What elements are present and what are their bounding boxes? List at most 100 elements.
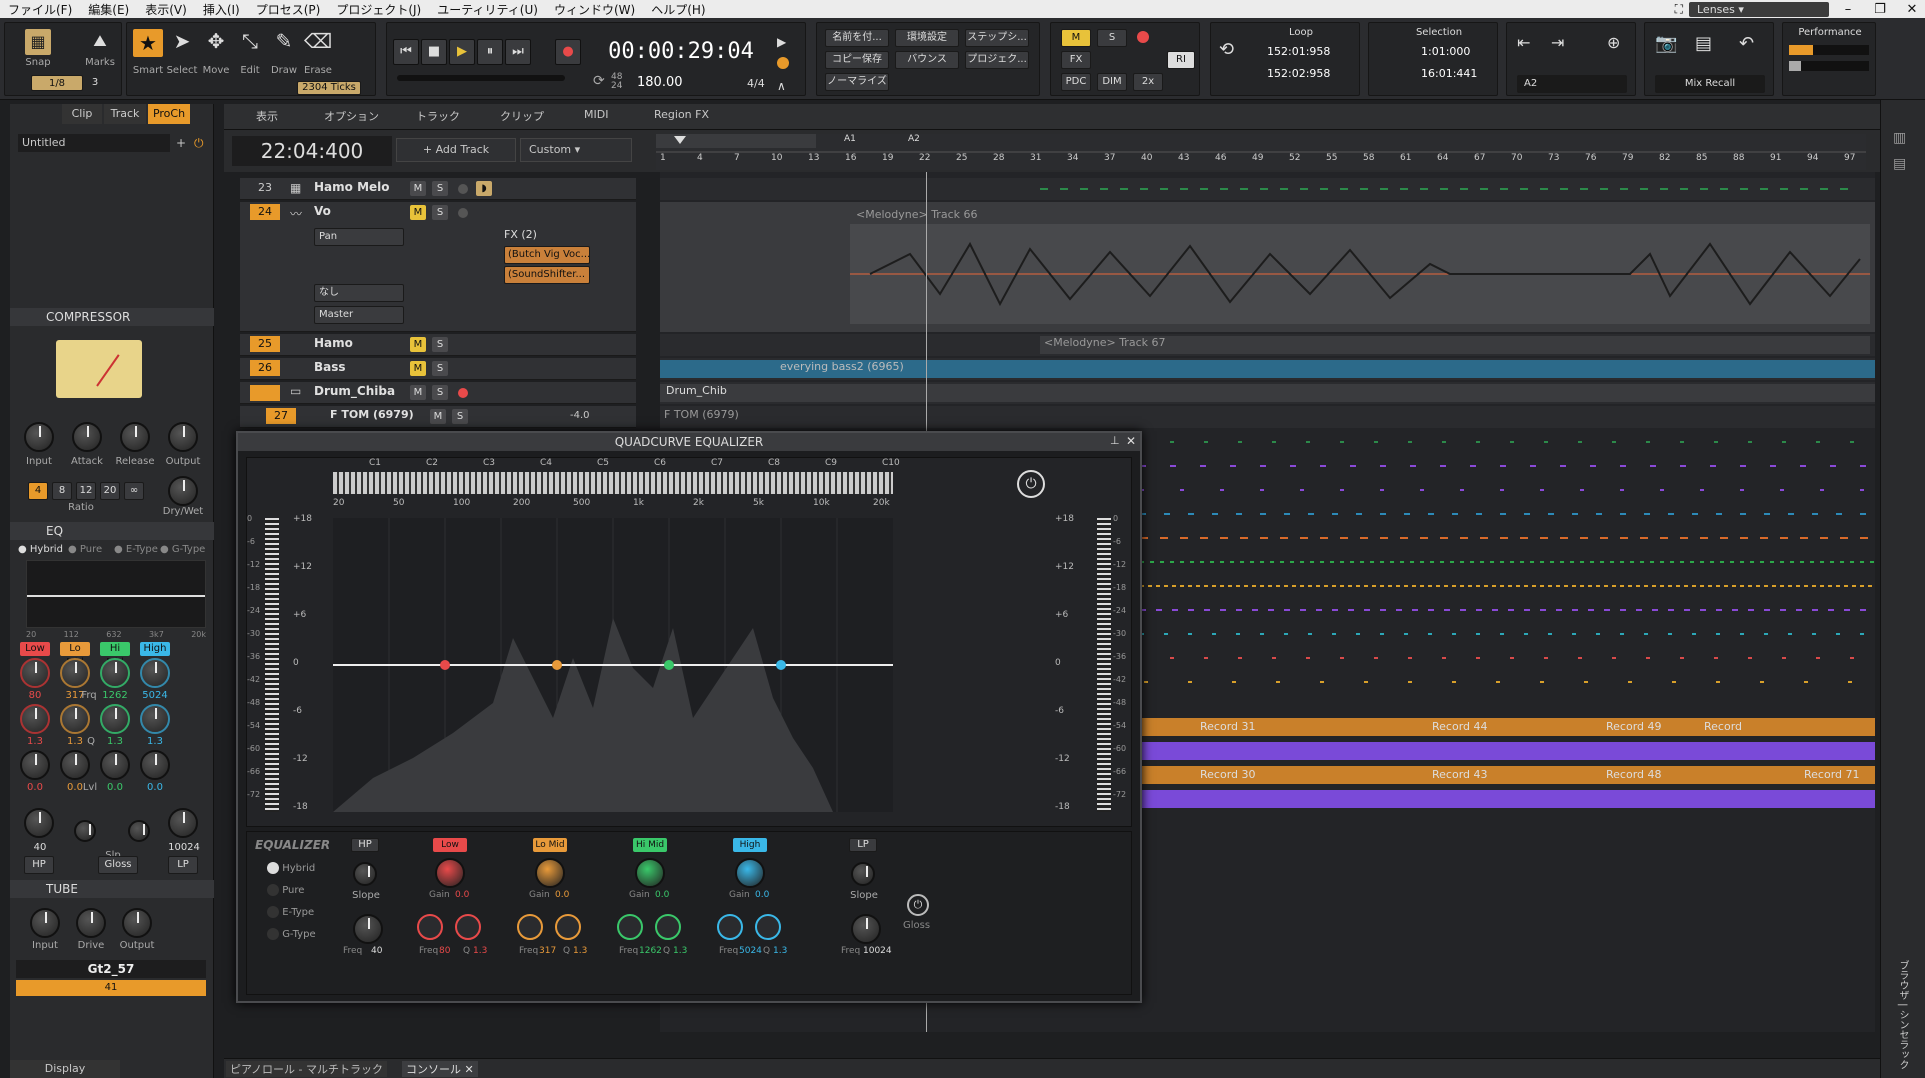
tv-menu-track[interactable]: トラック: [416, 108, 460, 124]
erase-tool-icon[interactable]: ⌫: [303, 29, 333, 53]
fx-slot-2[interactable]: (SoundShifter...: [504, 266, 590, 284]
timeline-ruler[interactable]: 1 4 7 10 13 16 19 22 25 28 31 34 37 40 43 46 49 52 55 58 61 6…: [656, 134, 1866, 170]
lp-slope-knob[interactable]: [851, 862, 875, 886]
dim-button[interactable]: DIM: [1097, 73, 1127, 91]
drywet-knob[interactable]: [168, 476, 198, 506]
band-freq-knob-3[interactable]: [717, 914, 743, 940]
select-tool-icon[interactable]: ➤: [167, 29, 197, 53]
high-gain-knob[interactable]: [140, 750, 170, 780]
solo-button[interactable]: S: [452, 409, 468, 424]
ratio-12-button[interactable]: 12: [76, 482, 96, 500]
tv-menu-clip[interactable]: クリップ: [500, 108, 544, 124]
record-button[interactable]: ●: [555, 39, 581, 65]
play-small-icon[interactable]: ▶: [777, 35, 786, 49]
eq-mode-pure[interactable]: ● Pure: [68, 544, 102, 555]
fx-bypass-button[interactable]: FX: [1061, 51, 1091, 69]
solo-button[interactable]: S: [432, 337, 448, 352]
notes-icon[interactable]: ▤: [1695, 33, 1712, 54]
strip-name[interactable]: Gt2_57: [16, 960, 206, 978]
record-clip-31[interactable]: Record 31: [1200, 720, 1256, 733]
lp-button[interactable]: LP: [168, 856, 198, 874]
prev-marker-icon[interactable]: ⇤: [1517, 33, 1530, 52]
band-gain-knob-2[interactable]: [635, 858, 665, 888]
band-q-knob-0[interactable]: [455, 914, 481, 940]
lp-slope-knob[interactable]: [128, 820, 150, 842]
record-clip-44[interactable]: Record 44: [1432, 720, 1488, 733]
marker-a1[interactable]: A1: [844, 134, 856, 144]
gloss-power-icon[interactable]: ⏻: [907, 894, 929, 916]
himid-freq-knob[interactable]: [100, 658, 130, 688]
low-freq-knob[interactable]: [20, 658, 50, 688]
eq-mode-etype[interactable]: ● E-Type: [114, 544, 158, 555]
clip-vo[interactable]: [850, 224, 1870, 324]
project-button[interactable]: プロジェク...: [965, 51, 1029, 69]
mute-button[interactable]: M: [410, 385, 426, 400]
hp-freq-knob[interactable]: [24, 808, 54, 838]
fast-forward-button[interactable]: ⏭: [505, 39, 531, 65]
save-copy-button[interactable]: コピー保存: [825, 51, 889, 69]
menu-insert[interactable]: 挿入(I): [195, 1, 248, 18]
hp-freq-knob[interactable]: [353, 914, 383, 944]
mode-pure-radio[interactable]: Pure: [267, 884, 304, 896]
low-q-knob[interactable]: [20, 704, 50, 734]
solo-button[interactable]: S: [432, 205, 448, 220]
high-q-knob[interactable]: [140, 704, 170, 734]
tab-track[interactable]: Track: [104, 104, 146, 124]
edit-tool-icon[interactable]: ⤡: [235, 29, 265, 53]
rewind-start-button[interactable]: ⏮: [393, 39, 419, 65]
gloss-button[interactable]: Gloss: [98, 856, 138, 874]
comp-release-knob[interactable]: [120, 422, 150, 452]
band-toggle-2[interactable]: Hi Mid: [633, 838, 667, 852]
record-clip-71[interactable]: Record 71: [1804, 768, 1860, 781]
marker-a2[interactable]: A2: [908, 134, 920, 144]
himid-q-knob[interactable]: [100, 704, 130, 734]
eq-curve-graph[interactable]: [333, 518, 893, 812]
snap-value-select[interactable]: 1/8: [31, 75, 83, 91]
input-select[interactable]: なし: [314, 284, 404, 302]
move-tool-icon[interactable]: ✥: [201, 29, 231, 53]
mute-button[interactable]: M: [410, 181, 426, 196]
mute-button[interactable]: M: [410, 361, 426, 376]
tv-menu-view[interactable]: 表示: [256, 108, 278, 124]
lenses-dropdown[interactable]: Lenses ▾: [1689, 1, 1829, 17]
hp-toggle[interactable]: HP: [351, 838, 379, 852]
track-name[interactable]: Vo: [314, 204, 331, 218]
arm-button[interactable]: [458, 184, 468, 194]
hp-button[interactable]: HP: [24, 856, 54, 874]
band-gain-knob-0[interactable]: [435, 858, 465, 888]
low-band-node[interactable]: [440, 660, 450, 670]
lomid-q-knob[interactable]: [60, 704, 90, 734]
minimize-icon[interactable]: –: [1835, 2, 1861, 17]
tube-header[interactable]: TUBE: [10, 880, 214, 898]
mute-button[interactable]: M: [430, 409, 446, 424]
band-gain-knob-3[interactable]: [735, 858, 765, 888]
eq-header[interactable]: EQ: [10, 522, 214, 540]
comp-input-knob[interactable]: [24, 422, 54, 452]
normalize-button[interactable]: ノーマライズ: [825, 73, 889, 91]
hp-slope-knob[interactable]: [74, 820, 96, 842]
eq-band-low[interactable]: Low: [20, 642, 50, 656]
stop-button[interactable]: ■: [421, 39, 447, 65]
band-q-knob-2[interactable]: [655, 914, 681, 940]
mode-etype-radio[interactable]: E-Type: [267, 906, 314, 918]
power-icon[interactable]: ⏻: [194, 136, 204, 151]
meter-display[interactable]: 4/4: [747, 77, 765, 90]
lp-toggle[interactable]: LP: [849, 838, 877, 852]
lomid-band-node[interactable]: [552, 660, 562, 670]
input-echo-icon[interactable]: ◗: [476, 181, 492, 196]
fullscreen-icon[interactable]: ⛶: [1675, 2, 1683, 17]
eq-band-high[interactable]: High: [140, 642, 170, 656]
tube-drive-knob[interactable]: [76, 908, 106, 938]
tab-clip[interactable]: Clip: [62, 104, 102, 124]
high-freq-knob[interactable]: [140, 658, 170, 688]
band-freq-knob-2[interactable]: [617, 914, 643, 940]
lomid-gain-knob[interactable]: [60, 750, 90, 780]
volume-value[interactable]: -4.0: [570, 410, 590, 421]
eq-mini-graph[interactable]: [26, 560, 206, 628]
preset-field[interactable]: Untitled: [18, 134, 170, 152]
record-clip-a[interactable]: Record: [1704, 720, 1742, 733]
smart-tool-icon[interactable]: ★: [133, 29, 163, 57]
add-marker-icon[interactable]: ⊕: [1607, 33, 1620, 52]
track-name[interactable]: Bass: [314, 360, 346, 374]
pin-icon[interactable]: ⊥: [1110, 434, 1120, 447]
